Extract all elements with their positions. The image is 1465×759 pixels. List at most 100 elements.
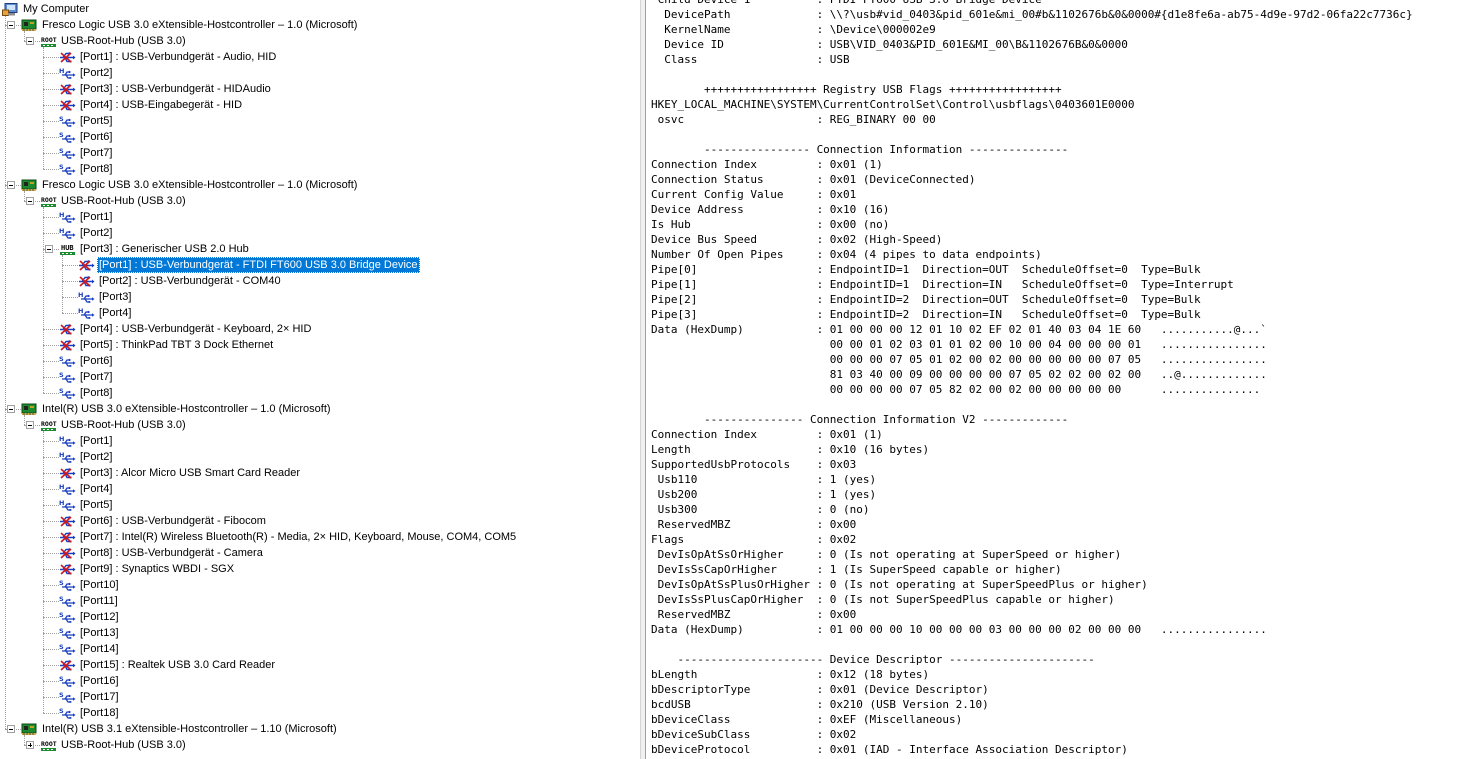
tree-node-label[interactable]: [Port13] — [78, 625, 121, 641]
tree-node-label[interactable]: [Port8] : USB-Verbundgerät - Camera — [78, 545, 265, 561]
tree-node[interactable]: Intel(R) USB 3.0 eXtensible-Hostcontroll… — [0, 401, 640, 417]
tree-node-label-selected[interactable]: [Port1] : USB-Verbundgerät - FTDI FT600 … — [97, 257, 420, 273]
tree-node[interactable]: Fresco Logic USB 3.0 eXtensible-Hostcont… — [0, 17, 640, 33]
tree-node[interactable]: S [Port8] — [0, 161, 640, 177]
tree-node[interactable]: [Port4] : USB-Eingabegerät - HID — [0, 97, 640, 113]
tree-node-label[interactable]: [Port16] — [78, 673, 121, 689]
tree-node[interactable]: H [Port4] — [0, 305, 640, 321]
tree-node[interactable]: S [Port5] — [0, 113, 640, 129]
tree-node-label[interactable]: USB-Root-Hub (USB 3.0) — [59, 417, 188, 433]
tree-node-label[interactable]: [Port3] : Generischer USB 2.0 Hub — [78, 241, 251, 257]
tree-node-label[interactable]: Fresco Logic USB 3.0 eXtensible-Hostcont… — [40, 177, 359, 193]
collapse-toggle[interactable] — [26, 197, 34, 205]
tree-node[interactable]: S [Port10] — [0, 577, 640, 593]
tree-node-label[interactable]: [Port5] : ThinkPad TBT 3 Dock Ethernet — [78, 337, 275, 353]
tree-node[interactable]: [Port4] : USB-Verbundgerät - Keyboard, 2… — [0, 321, 640, 337]
tree-node[interactable]: H [Port1] — [0, 433, 640, 449]
tree-node[interactable]: S [Port7] — [0, 145, 640, 161]
tree-node-label[interactable]: [Port2] — [78, 449, 114, 465]
tree-node[interactable]: S [Port14] — [0, 641, 640, 657]
tree-node-label[interactable]: [Port6] — [78, 353, 114, 369]
tree-node-label[interactable]: [Port10] — [78, 577, 121, 593]
tree-node-label[interactable]: [Port4] — [78, 481, 114, 497]
tree-node-label[interactable]: Fresco Logic USB 3.0 eXtensible-Hostcont… — [40, 17, 359, 33]
tree-node[interactable]: S [Port13] — [0, 625, 640, 641]
tree-node[interactable]: [Port7] : Intel(R) Wireless Bluetooth(R)… — [0, 529, 640, 545]
tree-node[interactable]: [Port1] : USB-Verbundgerät - FTDI FT600 … — [0, 257, 640, 273]
tree-node-label[interactable]: [Port5] — [78, 113, 114, 129]
tree-node-label[interactable]: [Port3] — [97, 289, 133, 305]
tree-node[interactable]: S [Port17] — [0, 689, 640, 705]
tree-node[interactable]: H [Port3] — [0, 289, 640, 305]
tree-node[interactable]: ROOT USB-Root-Hub (USB 3.0) — [0, 193, 640, 209]
collapse-toggle[interactable] — [26, 421, 34, 429]
tree-node[interactable]: [Port8] : USB-Verbundgerät - Camera — [0, 545, 640, 561]
tree-node-label[interactable]: My Computer — [21, 1, 91, 17]
tree-node[interactable]: S [Port6] — [0, 353, 640, 369]
tree-node-label[interactable]: [Port9] : Synaptics WBDI - SGX — [78, 561, 236, 577]
tree-node[interactable]: H [Port2] — [0, 449, 640, 465]
tree-node[interactable]: [Port15] : Realtek USB 3.0 Card Reader — [0, 657, 640, 673]
tree-node-label[interactable]: [Port3] : USB-Verbundgerät - HIDAudio — [78, 81, 273, 97]
tree-node-label[interactable]: Intel(R) USB 3.1 eXtensible-Hostcontroll… — [40, 721, 339, 737]
tree-node-label[interactable]: [Port4] — [97, 305, 133, 321]
tree-node-label[interactable]: USB-Root-Hub (USB 3.0) — [59, 737, 188, 753]
tree-node-label[interactable]: [Port4] : USB-Verbundgerät - Keyboard, 2… — [78, 321, 313, 337]
device-tree[interactable]: My Computer Fresco Logic USB 3.0 eXtensib… — [0, 0, 640, 759]
tree-node-label[interactable]: [Port8] — [78, 385, 114, 401]
tree-node-label[interactable]: [Port15] : Realtek USB 3.0 Card Reader — [78, 657, 277, 673]
tree-node[interactable]: ROOT USB-Root-Hub (USB 3.0) — [0, 417, 640, 433]
tree-node[interactable]: H [Port2] — [0, 65, 640, 81]
tree-node-label[interactable]: [Port7] — [78, 369, 114, 385]
tree-node-label[interactable]: [Port2] — [78, 65, 114, 81]
collapse-toggle[interactable] — [7, 405, 15, 413]
tree-node-label[interactable]: Intel(R) USB 3.0 eXtensible-Hostcontroll… — [40, 401, 333, 417]
tree-node[interactable]: [Port9] : Synaptics WBDI - SGX — [0, 561, 640, 577]
tree-node-label[interactable]: [Port6] : USB-Verbundgerät - Fibocom — [78, 513, 268, 529]
tree-node-label[interactable]: [Port1] : USB-Verbundgerät - Audio, HID — [78, 49, 278, 65]
tree-node[interactable]: S [Port7] — [0, 369, 640, 385]
tree-node-label[interactable]: [Port1] — [78, 433, 114, 449]
tree-node[interactable]: S [Port8] — [0, 385, 640, 401]
tree-node[interactable]: ROOT USB-Root-Hub (USB 3.0) — [0, 737, 640, 753]
tree-node-label[interactable]: [Port12] — [78, 609, 121, 625]
tree-node[interactable]: [Port1] : USB-Verbundgerät - Audio, HID — [0, 49, 640, 65]
tree-node-label[interactable]: [Port4] : USB-Eingabegerät - HID — [78, 97, 244, 113]
tree-node-label[interactable]: [Port2] — [78, 225, 114, 241]
tree-node-label[interactable]: [Port18] — [78, 705, 121, 721]
tree-node-label[interactable]: [Port3] : Alcor Micro USB Smart Card Rea… — [78, 465, 302, 481]
tree-node[interactable]: H [Port1] — [0, 209, 640, 225]
tree-node[interactable]: H [Port5] — [0, 497, 640, 513]
collapse-toggle[interactable] — [26, 37, 34, 45]
tree-node-label[interactable]: [Port6] — [78, 129, 114, 145]
tree-node[interactable]: ROOT USB-Root-Hub (USB 3.0) — [0, 33, 640, 49]
expand-toggle[interactable] — [26, 741, 34, 749]
tree-node[interactable]: Fresco Logic USB 3.0 eXtensible-Hostcont… — [0, 177, 640, 193]
tree-node-label[interactable]: [Port14] — [78, 641, 121, 657]
tree-node-label[interactable]: USB-Root-Hub (USB 3.0) — [59, 193, 188, 209]
tree-node[interactable]: S [Port16] — [0, 673, 640, 689]
collapse-toggle[interactable] — [7, 725, 15, 733]
collapse-toggle[interactable] — [45, 245, 53, 253]
collapse-toggle[interactable] — [7, 181, 15, 189]
tree-node[interactable]: [Port3] : USB-Verbundgerät - HIDAudio — [0, 81, 640, 97]
tree-node[interactable]: S [Port18] — [0, 705, 640, 721]
tree-node[interactable]: H [Port2] — [0, 225, 640, 241]
tree-node-label[interactable]: [Port7] — [78, 145, 114, 161]
tree-node-label[interactable]: [Port11] — [78, 593, 120, 609]
tree-node[interactable]: S [Port11] — [0, 593, 640, 609]
tree-node[interactable]: [Port2] : USB-Verbundgerät - COM40 — [0, 273, 640, 289]
tree-node[interactable]: HUB [Port3] : Generischer USB 2.0 Hub — [0, 241, 640, 257]
tree-node-label[interactable]: [Port8] — [78, 161, 114, 177]
tree-node[interactable]: My Computer — [0, 1, 640, 17]
tree-node[interactable]: [Port6] : USB-Verbundgerät - Fibocom — [0, 513, 640, 529]
tree-node-label[interactable]: [Port7] : Intel(R) Wireless Bluetooth(R)… — [78, 529, 518, 545]
tree-node[interactable]: S [Port12] — [0, 609, 640, 625]
tree-node[interactable]: [Port3] : Alcor Micro USB Smart Card Rea… — [0, 465, 640, 481]
tree-node[interactable]: [Port5] : ThinkPad TBT 3 Dock Ethernet — [0, 337, 640, 353]
tree-node[interactable]: S [Port6] — [0, 129, 640, 145]
tree-node[interactable]: Intel(R) USB 3.1 eXtensible-Hostcontroll… — [0, 721, 640, 737]
tree-node-label[interactable]: [Port17] — [78, 689, 121, 705]
collapse-toggle[interactable] — [7, 21, 15, 29]
tree-node-label[interactable]: [Port5] — [78, 497, 114, 513]
